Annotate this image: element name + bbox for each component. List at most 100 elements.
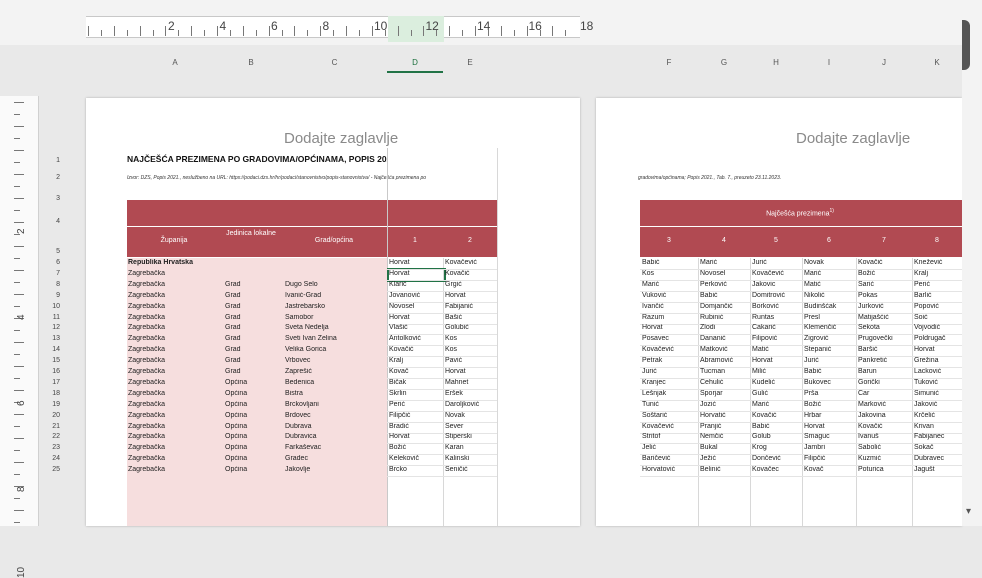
cell-surname[interactable]: Kranjec [642, 379, 697, 386]
cell-surname[interactable]: Krčelić [914, 412, 961, 419]
row-number[interactable]: 18 [38, 390, 60, 397]
cell-surname[interactable]: Posavec [642, 335, 697, 342]
cell-surname[interactable]: Marić [804, 270, 855, 277]
cell-surname[interactable]: Golubić [445, 324, 496, 331]
cell-zupanija[interactable]: Zagrebačka [128, 346, 218, 353]
cell-surname[interactable]: Kos [642, 270, 697, 277]
cell-grad[interactable]: Dubravica [285, 433, 385, 440]
cell-surname[interactable]: Pavić [445, 357, 496, 364]
cell-zupanija[interactable]: Zagrebačka [128, 281, 218, 288]
cell-surname[interactable]: Petrak [642, 357, 697, 364]
cell-surname[interactable]: Perić [389, 401, 442, 408]
cell-surname[interactable]: Novosel [700, 270, 749, 277]
cell-surname[interactable]: Bukal [700, 444, 749, 451]
cell-surname[interactable]: Novosel [389, 303, 442, 310]
cell-surname[interactable]: Kos [445, 335, 496, 342]
column-header-c[interactable]: C [282, 53, 387, 73]
cell-jedinica[interactable]: Općina [225, 401, 280, 408]
row-number[interactable]: 8 [38, 281, 60, 288]
cell-zupanija[interactable]: Zagrebačka [128, 466, 218, 473]
cell-surname[interactable]: Babić [804, 368, 855, 375]
cell-surname[interactable]: Škrlin [389, 390, 442, 397]
cell-surname[interactable]: Horvat [389, 433, 442, 440]
cell-surname[interactable]: Ivančić [642, 303, 697, 310]
cell-grad[interactable]: Gradec [285, 455, 385, 462]
row-number[interactable]: 15 [38, 357, 60, 364]
cell-zupanija[interactable]: Zagrebačka [128, 292, 218, 299]
cell-jedinica[interactable]: Grad [225, 346, 280, 353]
cell-grad[interactable]: Dubrava [285, 423, 385, 430]
cell-surname[interactable]: Abramović [700, 357, 749, 364]
cell-jedinica[interactable]: Općina [225, 455, 280, 462]
vertical-scrollbar[interactable]: ▾ [962, 0, 982, 526]
cell-jedinica[interactable]: Grad [225, 335, 280, 342]
cell-surname[interactable]: Brcko [389, 466, 442, 473]
cell-surname[interactable]: Marković [858, 401, 911, 408]
cell-jedinica[interactable]: Grad [225, 292, 280, 299]
cell-grad[interactable]: Zaprešić [285, 368, 385, 375]
cell-grad[interactable]: Bistra [285, 390, 385, 397]
cell-surname[interactable]: Horvat [752, 357, 801, 364]
cell-surname[interactable]: Lešnjak [642, 390, 697, 397]
cell-surname[interactable]: Nikolić [804, 292, 855, 299]
cell-surname[interactable]: Presl [804, 314, 855, 321]
row-number[interactable]: 17 [38, 379, 60, 386]
column-header-b[interactable]: B [220, 53, 282, 73]
cell-grad[interactable]: Dugo Selo [285, 281, 385, 288]
cell-surname[interactable]: Šekota [858, 324, 911, 331]
cell-surname[interactable]: Vlašić [389, 324, 442, 331]
cell-surname[interactable]: Kovačević [642, 346, 697, 353]
cell-grad[interactable]: Sveta Nedelja [285, 324, 385, 331]
cell-surname[interactable]: Sokač [914, 444, 961, 451]
cell-surname[interactable]: Šarić [858, 281, 911, 288]
cell-surname[interactable]: Čakarić [752, 324, 801, 331]
column-header-g[interactable]: G [698, 53, 750, 73]
cell-surname[interactable]: Šoić [914, 314, 961, 321]
cell-surname[interactable]: Barlić [914, 292, 961, 299]
cell-surname[interactable]: Čehulić [700, 379, 749, 386]
cell-zupanija[interactable]: Zagrebačka [128, 444, 218, 451]
cell-surname[interactable]: Božić [804, 401, 855, 408]
cell-surname[interactable]: Barun [858, 368, 911, 375]
cell-surname[interactable]: Novak [445, 412, 496, 419]
cell-surname[interactable]: Ivanuš [858, 433, 911, 440]
cell-surname[interactable]: Kovačević [752, 270, 801, 277]
cell-surname[interactable]: Kudelić [752, 379, 801, 386]
cell-surname[interactable]: Novak [804, 259, 855, 266]
cell-surname[interactable]: Matić [804, 281, 855, 288]
cell-surname[interactable]: Stiperski [445, 433, 496, 440]
cell-surname[interactable]: Horvat [445, 368, 496, 375]
cell-surname[interactable]: Jambri [804, 444, 855, 451]
column-header-h[interactable]: H [750, 53, 802, 73]
cell-surname[interactable]: Babić [700, 292, 749, 299]
cell-zupanija[interactable]: Zagrebačka [128, 379, 218, 386]
cell-surname[interactable]: Prugovečki [858, 335, 911, 342]
cell-surname[interactable]: Kovačić [445, 270, 496, 277]
row-number[interactable]: 6 [38, 259, 60, 266]
cell-surname[interactable]: Božić [389, 444, 442, 451]
cell-surname[interactable]: Razum [642, 314, 697, 321]
cell-surname[interactable]: Šporjar [700, 390, 749, 397]
cell-surname[interactable]: Krog [752, 444, 801, 451]
cell-surname[interactable]: Nemčić [700, 433, 749, 440]
cell-grad[interactable]: Ivanić-Grad [285, 292, 385, 299]
cell-surname[interactable]: Horvat [389, 259, 442, 266]
cell-surname[interactable]: Milić [752, 368, 801, 375]
cell-surname[interactable]: Babić [642, 259, 697, 266]
cell-surname[interactable]: Domjančić [700, 303, 749, 310]
cell-surname[interactable]: Bičak [389, 379, 442, 386]
cell-surname[interactable]: Mahnet [445, 379, 496, 386]
row-number[interactable]: 16 [38, 368, 60, 375]
cell-jedinica[interactable]: Općina [225, 444, 280, 451]
cell-surname[interactable]: Belinić [700, 466, 749, 473]
cell-surname[interactable]: Marić [642, 281, 697, 288]
cell-surname[interactable]: Kovačec [752, 466, 801, 473]
cell-zupanija[interactable]: Zagrebačka [128, 423, 218, 430]
cell-surname[interactable]: Kovačević [642, 423, 697, 430]
cell-grad[interactable]: Brdovec [285, 412, 385, 419]
cell-surname[interactable]: Tunić [642, 401, 697, 408]
cell-surname[interactable]: Baričević [642, 455, 697, 462]
row-number[interactable]: 9 [38, 292, 60, 299]
cell-zupanija[interactable]: Zagrebačka [128, 303, 218, 310]
cell-grad[interactable]: Bedenica [285, 379, 385, 386]
